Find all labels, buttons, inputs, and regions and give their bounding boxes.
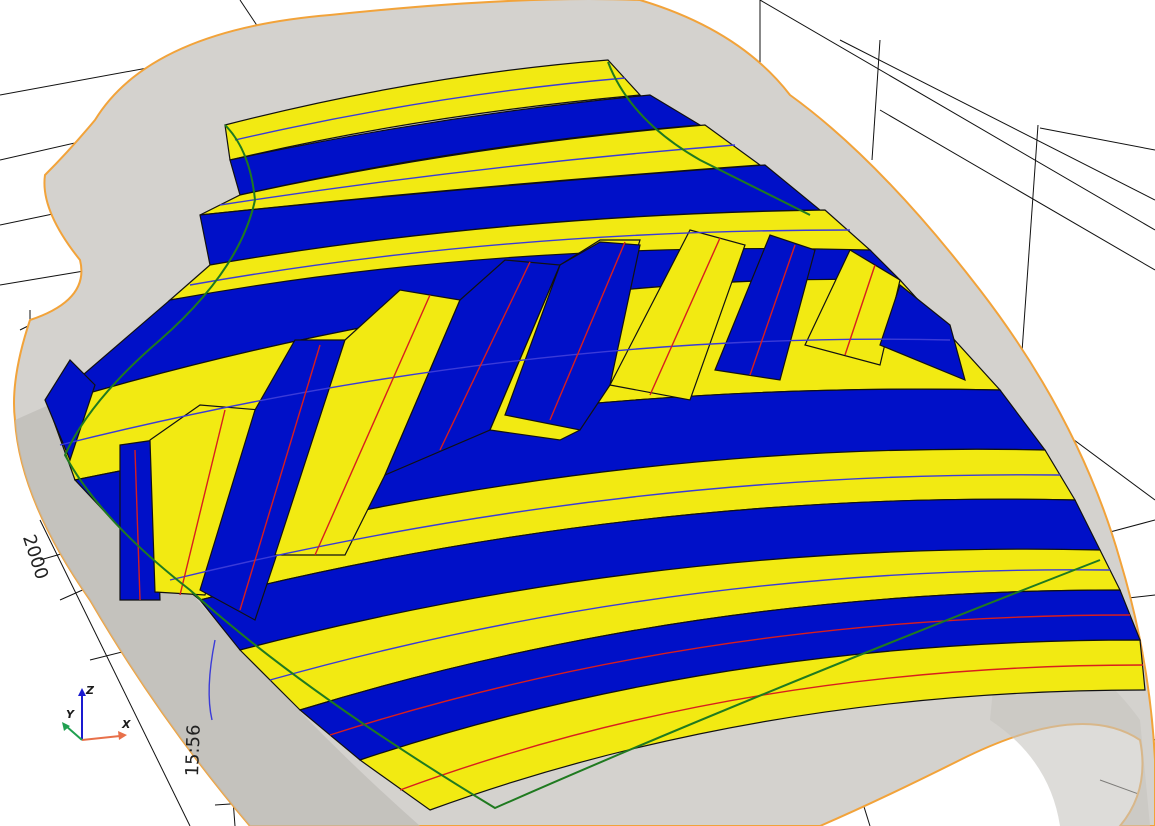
dimension-label-bottom: 15:56 xyxy=(182,724,205,777)
axis-x-label: X xyxy=(122,718,131,731)
axis-triad[interactable]: Z Y X xyxy=(52,682,142,754)
axis-y-label: Y xyxy=(66,708,74,721)
axis-z-label: Z xyxy=(86,684,94,697)
composite-layup-scene[interactable] xyxy=(0,0,1155,826)
3d-viewport[interactable]: 2000 15:56 Z Y X xyxy=(0,0,1155,826)
